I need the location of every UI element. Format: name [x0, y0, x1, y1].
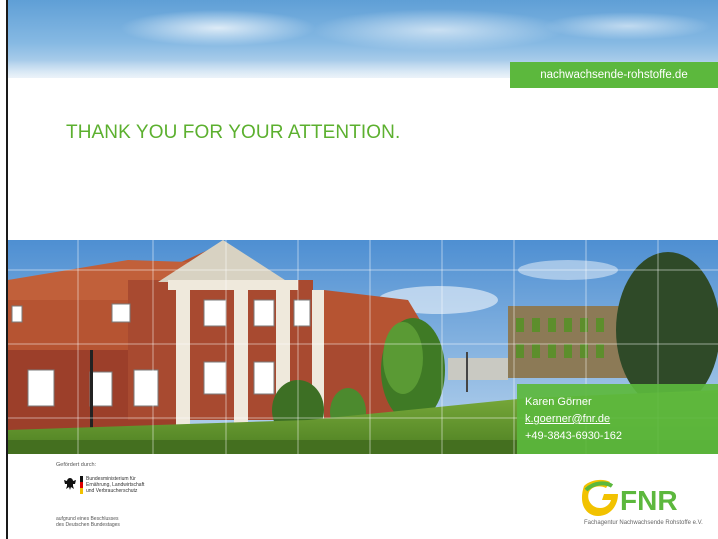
parliament-decision-note: aufgrund eines Beschlusses des Deutschen… [56, 516, 120, 528]
fnr-subtitle: Fachagentur Nachwachsende Rohstoffe e.V. [584, 520, 703, 526]
federal-eagle-icon [64, 478, 76, 490]
decision-line-2: des Deutschen Bundestages [56, 522, 120, 528]
contact-email-link[interactable]: k.goerner@fnr.de [525, 413, 610, 425]
fnr-logo[interactable]: FNR [580, 476, 712, 524]
fnr-logo-text: FNR [620, 485, 678, 516]
ministry-line-3: und Verbraucherschutz [86, 488, 138, 494]
contact-name: Karen Görner [525, 396, 592, 408]
contact-box: Karen Görner k.goerner@fnr.de +49-3843-6… [517, 384, 718, 454]
presentation-slide: nachwachsende-rohstoffe.de THANK YOU FOR… [0, 0, 718, 539]
ministry-name: Bundesministerium für Ernährung, Landwir… [86, 476, 144, 494]
contact-phone: +49-3843-6930-162 [525, 430, 622, 442]
website-url-tab[interactable]: nachwachsende-rohstoffe.de [510, 62, 718, 88]
funder-label: Gefördert durch: [56, 462, 97, 468]
website-url-label: nachwachsende-rohstoffe.de [540, 69, 688, 81]
german-flag-icon [80, 476, 83, 494]
slide-title: THANK YOU FOR YOUR ATTENTION. [66, 122, 401, 143]
